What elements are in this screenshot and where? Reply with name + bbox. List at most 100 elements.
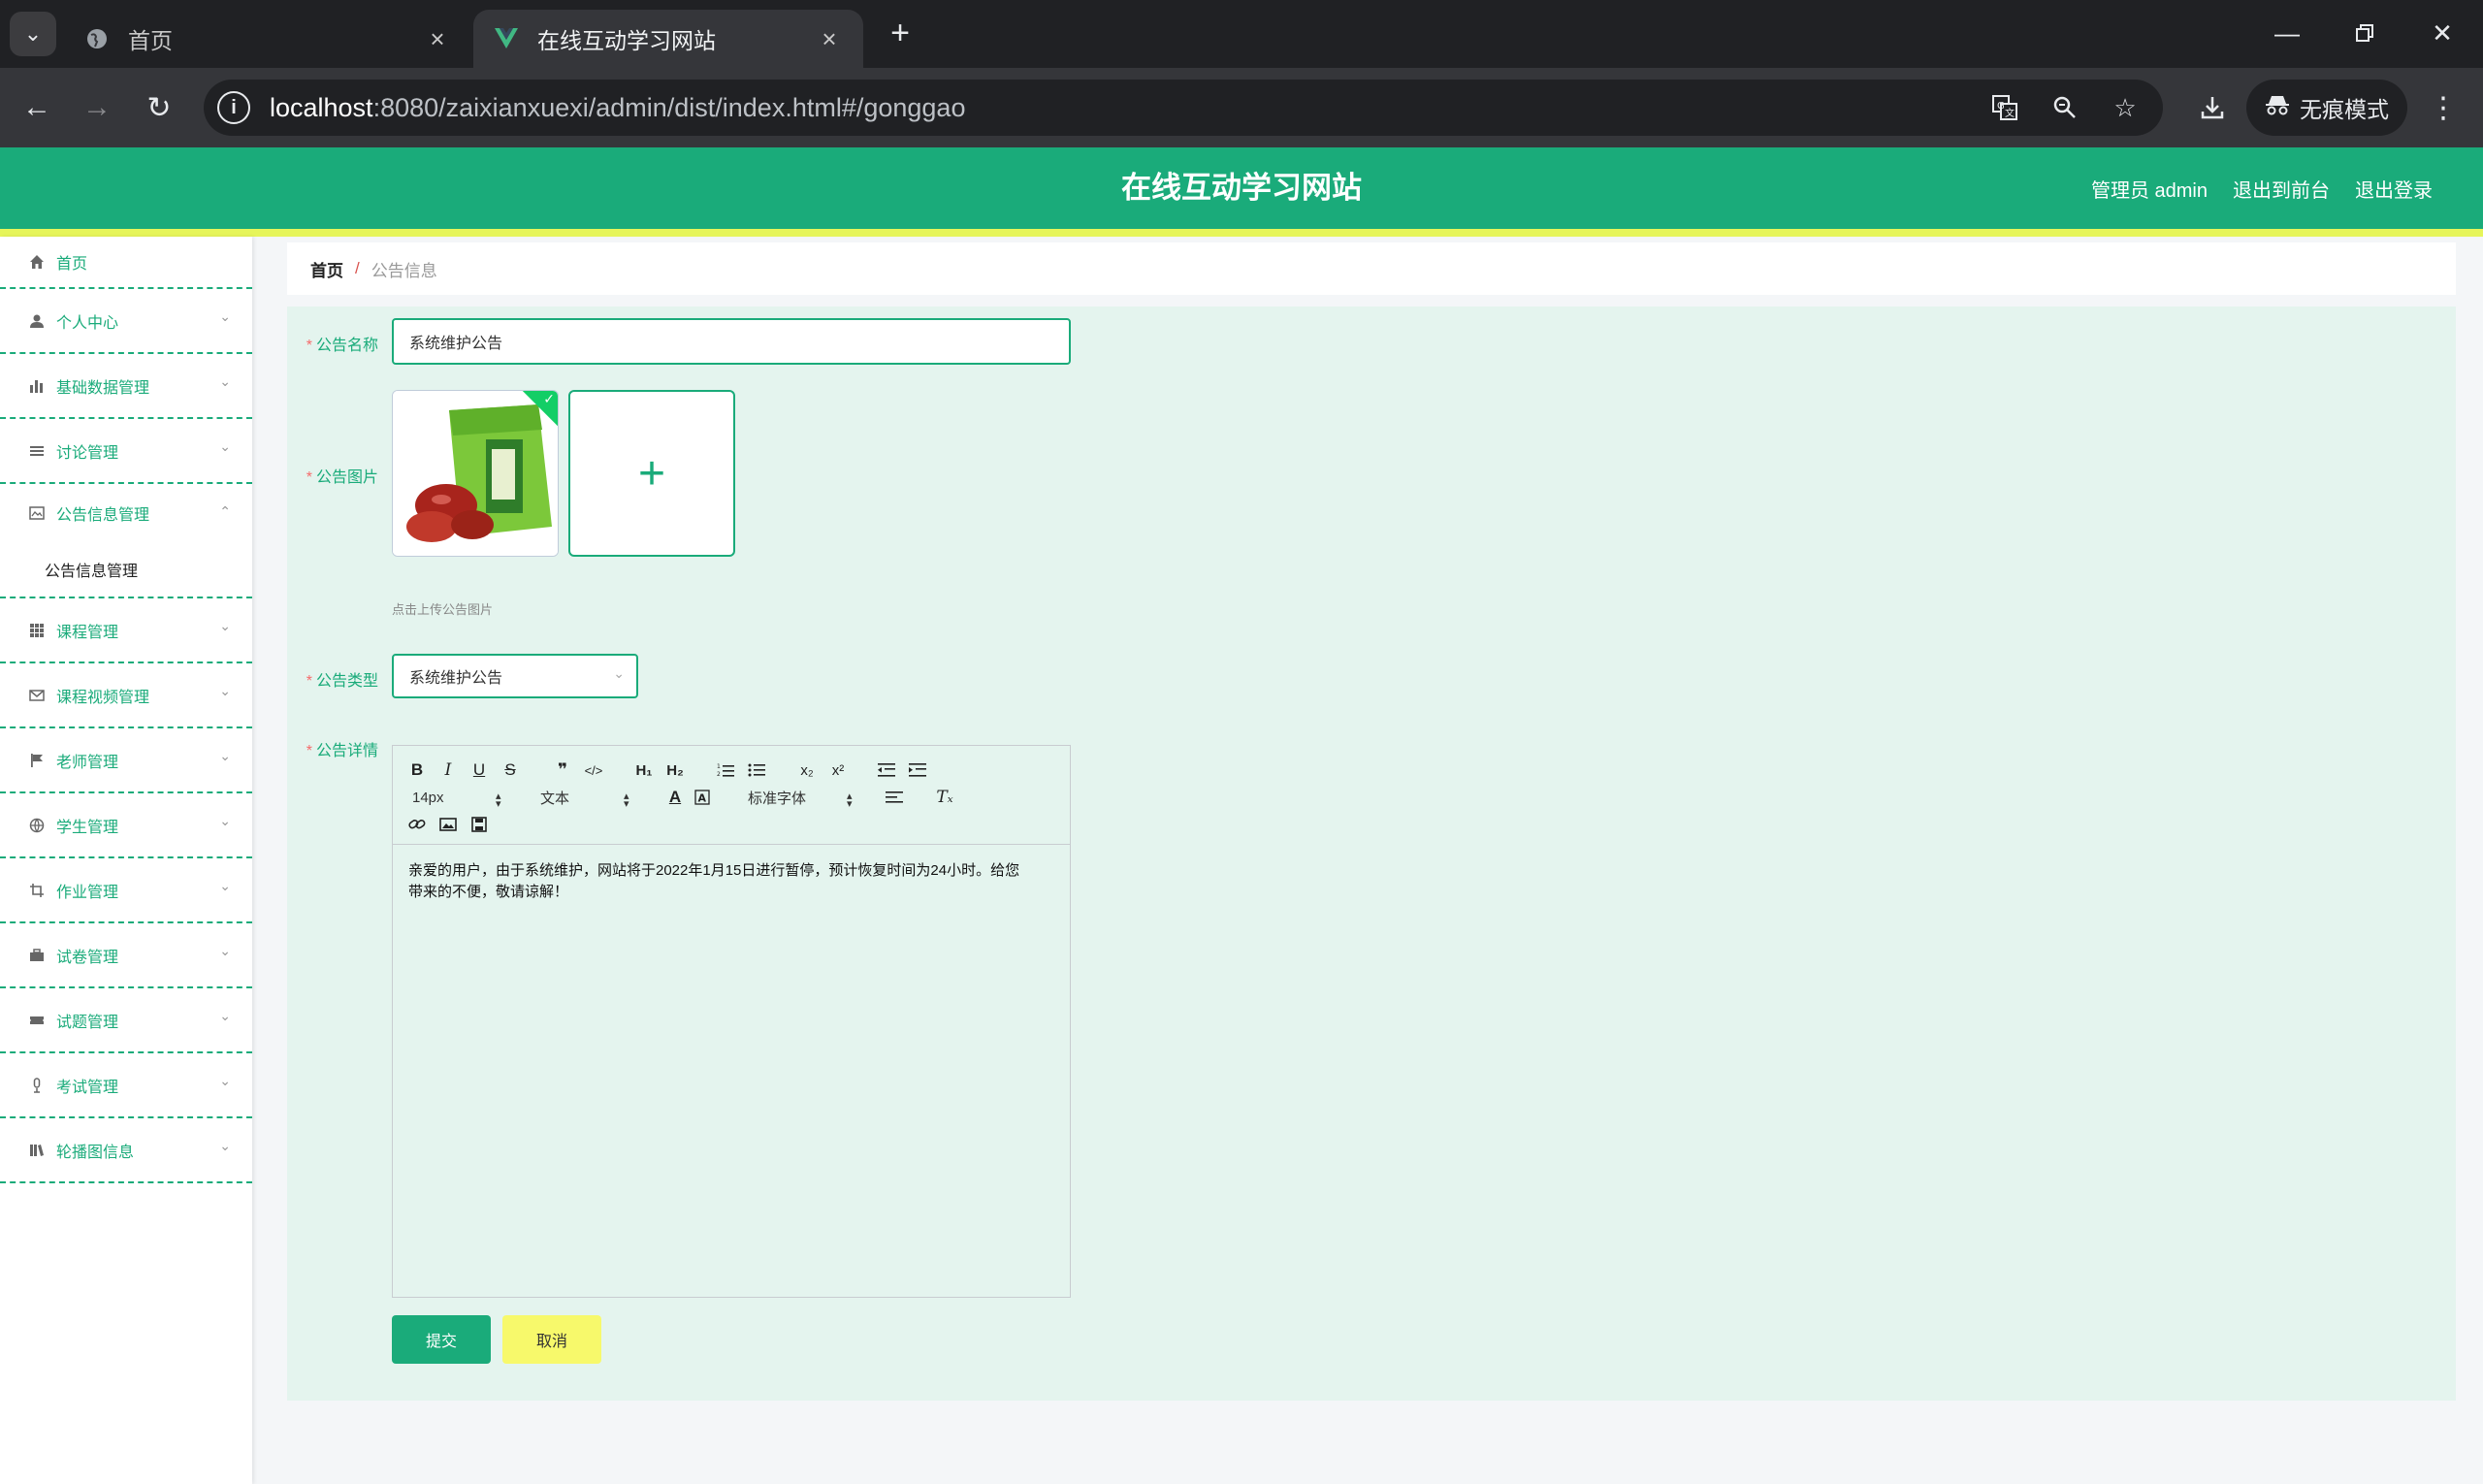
blockquote-icon[interactable]: ❞ [550, 758, 575, 783]
sidebar-item-paper[interactable]: 试卷管理 ⌄ [0, 923, 252, 988]
underline-icon[interactable]: U [467, 758, 492, 783]
browser-toolbar: ← → ↻ i localhost:8080/zaixianxuexi/admi… [0, 68, 2483, 147]
sidebar-item-course[interactable]: 课程管理 ⌄ [0, 598, 252, 663]
breadcrumb-home[interactable]: 首页 [310, 257, 343, 281]
bold-icon[interactable]: B [404, 758, 430, 783]
background-color-icon[interactable]: A [690, 785, 715, 810]
cancel-button[interactable]: 取消 [502, 1315, 601, 1364]
vue-logo-icon [493, 25, 520, 52]
tab-search-button[interactable]: ⌄ [10, 12, 56, 56]
crop-icon [27, 881, 47, 900]
window-close-icon[interactable]: ✕ [2413, 14, 2471, 52]
rich-text-editor: B I U S ❞ </> H₁ H₂ 12 x₂ x² 14px ▴ ▾ 文本 … [392, 745, 1071, 1298]
sidebar-item-exam[interactable]: 考试管理 ⌄ [0, 1053, 252, 1118]
image-icon[interactable] [435, 812, 461, 837]
reload-icon[interactable]: ↻ [136, 85, 182, 130]
incognito-button[interactable]: 无痕模式 [2246, 80, 2407, 136]
bullet-list-icon[interactable] [744, 758, 769, 783]
chevron-down-icon: ⌄ [219, 813, 231, 828]
close-icon[interactable]: × [815, 24, 844, 54]
admin-user-label: 管理员 admin [2090, 179, 2208, 202]
uploaded-image-thumbnail[interactable]: ✓ [392, 390, 559, 557]
header-1-icon[interactable]: H₁ [631, 758, 657, 783]
download-icon[interactable] [2190, 85, 2235, 130]
browser-tab-active[interactable]: 在线互动学习网站 × [473, 10, 863, 68]
upload-hint: 点击上传公告图片 [392, 602, 494, 617]
user-icon [27, 311, 47, 331]
plus-icon: + [637, 447, 666, 500]
translate-icon[interactable]: G文 [1986, 89, 2023, 126]
align-icon[interactable] [882, 785, 907, 810]
sidebar-item-teacher[interactable]: 老师管理 ⌄ [0, 728, 252, 793]
header-accent-bar [0, 229, 2483, 237]
form-label-type: * 公告类型 [306, 673, 378, 690]
image-upload-button[interactable]: + [568, 390, 735, 557]
chevron-down-icon: ⌄ [219, 943, 231, 958]
font-size-picker[interactable]: 14px ▴ ▾ [412, 785, 509, 810]
subscript-icon[interactable]: x₂ [794, 758, 820, 783]
url-text[interactable]: localhost:8080/zaixianxuexi/admin/dist/i… [270, 93, 965, 123]
logout-link[interactable]: 退出登录 [2355, 175, 2433, 203]
library-icon [27, 1141, 47, 1160]
chevron-down-icon: ⌄ [219, 373, 231, 389]
editor-content[interactable]: 亲爱的用户，由于系统维护，网站将于2022年1月15日进行暂停，预计恢复时间为2… [393, 845, 1043, 919]
video-icon[interactable] [467, 812, 492, 837]
sidebar-item-question[interactable]: 试题管理 ⌄ [0, 988, 252, 1053]
site-info-icon[interactable]: i [217, 91, 250, 124]
chevron-down-icon: ⌄ [219, 1008, 231, 1023]
chevron-down-icon: ⌄ [219, 878, 231, 893]
notice-name-input[interactable]: 系统维护公告 [392, 318, 1071, 365]
svg-text:1: 1 [717, 763, 721, 770]
notice-type-select[interactable]: 系统维护公告 ⌄ [392, 654, 638, 698]
strike-icon[interactable]: S [498, 758, 523, 783]
italic-icon[interactable]: I [435, 758, 461, 783]
ordered-list-icon[interactable]: 12 [713, 758, 738, 783]
code-block-icon[interactable]: </> [581, 758, 606, 783]
minimize-icon[interactable]: — [2258, 14, 2316, 52]
globe-icon [27, 816, 47, 835]
sidebar-subitem-notice[interactable]: 公告信息管理 [0, 542, 252, 598]
sidebar-item-carousel[interactable]: 轮播图信息 ⌄ [0, 1118, 252, 1183]
forward-arrow-icon[interactable]: → [74, 85, 120, 130]
sidebar-item-notice[interactable]: 公告信息管理 ⌃ [0, 484, 252, 542]
header-picker[interactable]: 文本 ▴ ▾ [540, 785, 637, 810]
chevron-down-icon: ⌄ [219, 438, 231, 454]
svg-text:G: G [1997, 101, 2005, 112]
breadcrumb-separator: / [355, 259, 360, 277]
up-down-icon: ▴ ▾ [847, 790, 853, 810]
sidebar-item-homework[interactable]: 作业管理 ⌄ [0, 858, 252, 923]
browser-tab-home[interactable]: 首页 × [64, 10, 471, 68]
chevron-down-icon: ⌄ [613, 665, 625, 681]
sidebar-item-course-video[interactable]: 课程视频管理 ⌄ [0, 663, 252, 728]
zoom-icon[interactable] [2047, 89, 2083, 126]
list-icon [27, 441, 47, 461]
restore-icon[interactable] [2336, 14, 2394, 52]
superscript-icon[interactable]: x² [825, 758, 851, 783]
sidebar-item-personal[interactable]: 个人中心 ⌄ [0, 289, 252, 354]
more-menu-icon[interactable]: ⋮ [2421, 85, 2466, 130]
close-icon[interactable]: × [423, 24, 452, 54]
form-label-detail: * 公告详情 [306, 743, 378, 759]
clear-format-icon[interactable]: Tₓ [932, 785, 957, 810]
exit-to-front-link[interactable]: 退出到前台 [2233, 175, 2330, 203]
sidebar-item-student[interactable]: 学生管理 ⌄ [0, 793, 252, 858]
briefcase-icon [27, 946, 47, 965]
font-family-picker[interactable]: 标准字体 ▴ ▾ [748, 785, 860, 810]
ticket-icon [27, 1011, 47, 1030]
text-color-icon[interactable]: A [662, 785, 688, 810]
new-tab-plus-icon[interactable]: + [881, 14, 919, 52]
submit-button[interactable]: 提交 [392, 1315, 491, 1364]
back-arrow-icon[interactable]: ← [14, 85, 60, 130]
chevron-up-icon: ⌃ [219, 503, 231, 519]
indent-icon[interactable] [905, 758, 930, 783]
address-bar[interactable]: i localhost:8080/zaixianxuexi/admin/dist… [204, 80, 2163, 136]
chevron-down-icon: ⌄ [219, 618, 231, 633]
sidebar-subitem-label: 公告信息管理 [45, 564, 139, 580]
sidebar-item-home[interactable]: 首页 [0, 237, 252, 289]
bookmark-star-icon[interactable]: ☆ [2107, 89, 2144, 126]
sidebar-item-base-data[interactable]: 基础数据管理 ⌄ [0, 354, 252, 419]
link-icon[interactable] [404, 812, 430, 837]
outdent-icon[interactable] [874, 758, 899, 783]
sidebar-item-discussion[interactable]: 讨论管理 ⌄ [0, 419, 252, 484]
header-2-icon[interactable]: H₂ [662, 758, 688, 783]
